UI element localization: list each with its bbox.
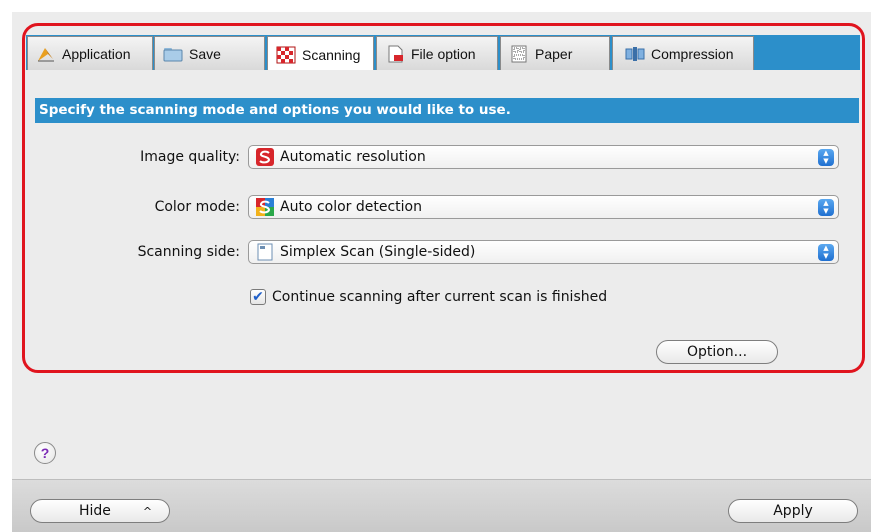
apply-button[interactable]: Apply — [728, 499, 858, 523]
help-button[interactable]: ? — [34, 442, 56, 464]
hide-label: Hide — [79, 503, 111, 519]
highlight-outline — [22, 23, 865, 373]
chevron-up-icon: ^ — [142, 504, 153, 518]
hide-button[interactable]: Hide ^ — [30, 499, 170, 523]
